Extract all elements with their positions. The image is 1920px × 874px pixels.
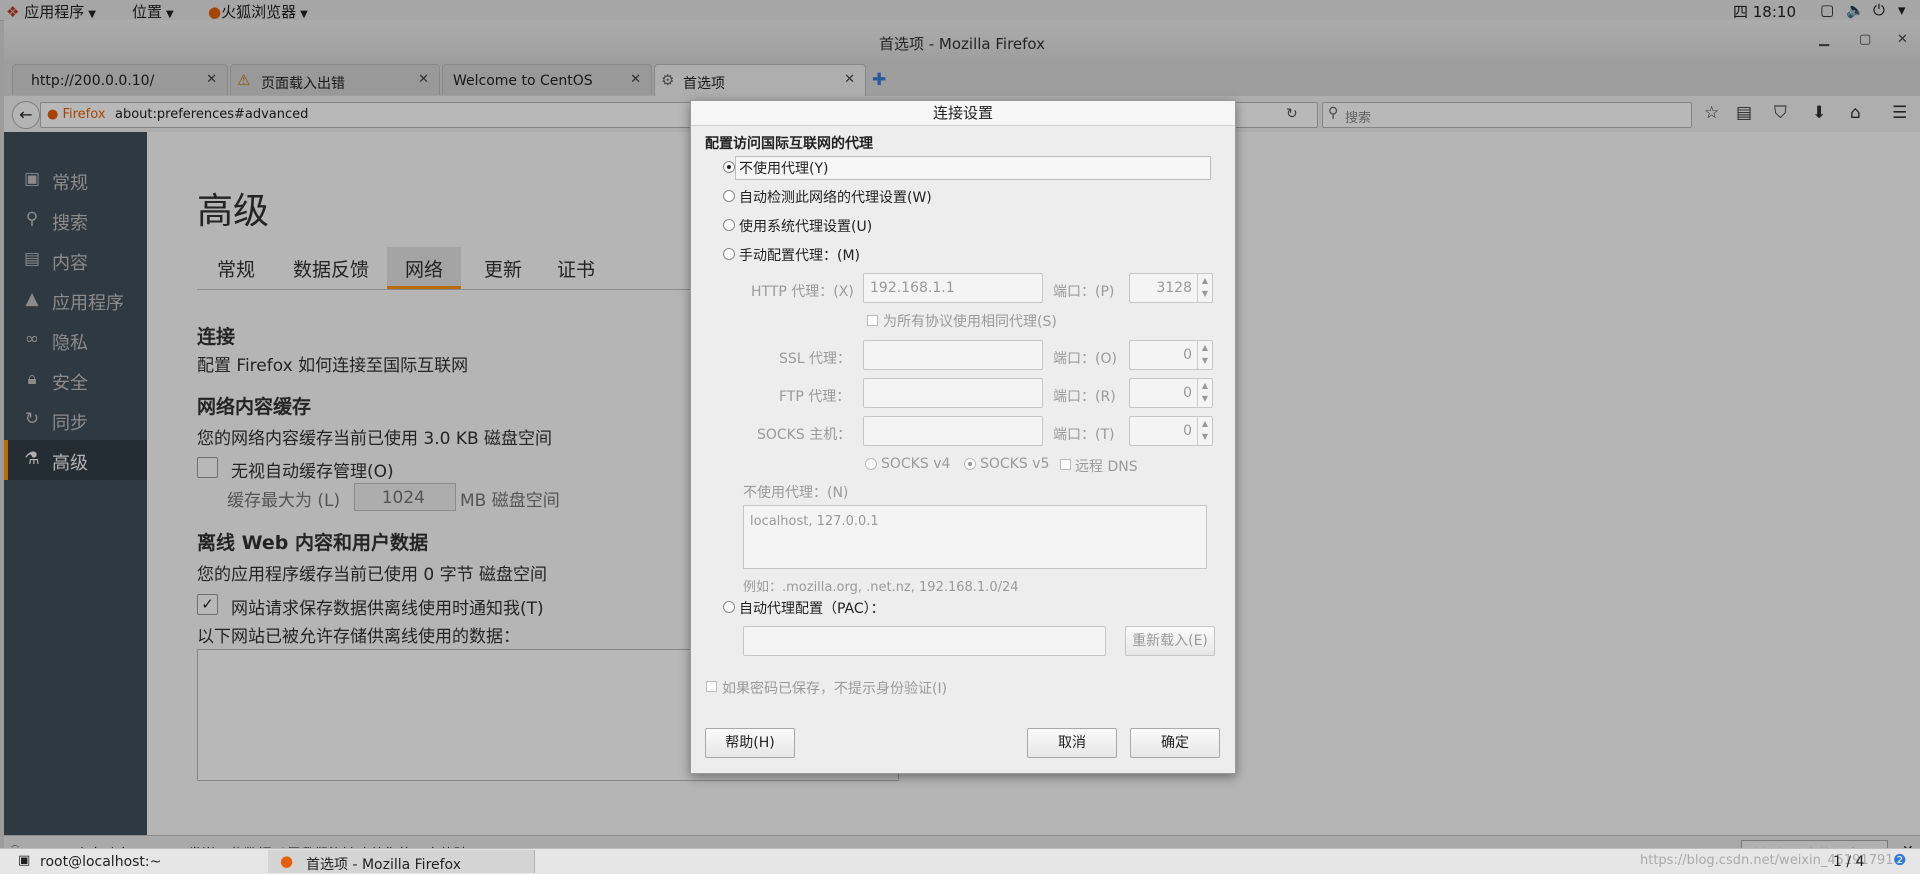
workspace-indicator[interactable]: 1 / 4 xyxy=(1833,854,1864,870)
manual-proxy-label[interactable]: 手动配置代理：(M) xyxy=(739,245,860,265)
ssl-proxy-label: SSL 代理： xyxy=(779,351,852,367)
auto-detect-label[interactable]: 自动检测此网络的代理设置(W) xyxy=(739,187,932,207)
system-proxy-radio[interactable] xyxy=(723,219,735,231)
socks-host-input[interactable] xyxy=(863,416,1043,446)
no-proxy-example: 例如：.mozilla.org, .net.nz, 192.168.1.0/24 xyxy=(743,580,1019,595)
socks-v5-radio[interactable] xyxy=(964,458,976,470)
ssl-proxy-input[interactable] xyxy=(863,340,1043,370)
http-port-input[interactable]: 3128 ▲ ▼ xyxy=(1129,273,1213,303)
socks-port-label: 端口：(T) xyxy=(1053,427,1115,443)
no-auth-prompt-label: 如果密码已保存，不提示身份验证(I) xyxy=(722,681,948,697)
socks-v4-label: SOCKS v4 xyxy=(881,456,951,472)
spinner-icon[interactable]: ▲ ▼ xyxy=(1197,379,1212,407)
notification-badge-icon[interactable]: ❷ xyxy=(1893,851,1906,869)
remote-dns-checkbox[interactable] xyxy=(1060,459,1071,470)
cancel-button[interactable]: 取消 xyxy=(1027,728,1117,758)
socks-v5-label: SOCKS v5 xyxy=(980,456,1050,472)
taskbar-item-firefox[interactable]: ● 首选项 - Mozilla Firefox xyxy=(268,850,535,873)
http-proxy-label: HTTP 代理：(X) xyxy=(751,284,854,300)
proxy-heading: 配置访问国际互联网的代理 xyxy=(705,136,873,152)
no-proxy-radio[interactable] xyxy=(723,161,735,173)
no-proxy-for-textarea[interactable]: localhost, 127.0.0.1 xyxy=(743,505,1207,569)
pac-url-input[interactable] xyxy=(743,626,1106,656)
remote-dns-label: 远程 DNS xyxy=(1075,459,1138,475)
socks-port-input[interactable]: 0 ▲ ▼ xyxy=(1129,416,1213,446)
spinner-icon[interactable]: ▲ ▼ xyxy=(1197,417,1212,445)
no-proxy-for-label: 不使用代理：(N) xyxy=(743,485,849,501)
socks-v4-radio[interactable] xyxy=(865,458,877,470)
spinner-icon[interactable]: ▲ ▼ xyxy=(1197,341,1212,369)
terminal-icon: ▣ xyxy=(18,853,31,868)
auto-detect-radio[interactable] xyxy=(723,190,735,202)
pac-radio[interactable] xyxy=(723,601,735,613)
same-proxy-label: 为所有协议使用相同代理(S) xyxy=(883,314,1057,330)
dialog-title: 连接设置 xyxy=(691,101,1235,126)
ftp-port-label: 端口：(R) xyxy=(1053,389,1116,405)
pac-label[interactable]: 自动代理配置（PAC）： xyxy=(739,598,885,618)
ftp-proxy-input[interactable] xyxy=(863,378,1043,408)
ftp-port-input[interactable]: 0 ▲ ▼ xyxy=(1129,378,1213,408)
firefox-icon: ● xyxy=(280,852,294,870)
manual-proxy-radio[interactable] xyxy=(723,248,735,260)
bottom-taskbar: ▣ root@localhost:~ ● 首选项 - Mozilla Firef… xyxy=(0,848,1920,874)
same-proxy-checkbox[interactable] xyxy=(867,315,878,326)
ok-button[interactable]: 确定 xyxy=(1130,728,1220,758)
help-button[interactable]: 帮助(H) xyxy=(705,728,795,758)
ftp-proxy-label: FTP 代理： xyxy=(779,389,851,405)
http-proxy-input[interactable]: 192.168.1.1 xyxy=(863,273,1043,303)
ssl-port-label: 端口：(O) xyxy=(1053,351,1117,367)
no-proxy-label[interactable]: 不使用代理(Y) xyxy=(739,158,828,178)
no-auth-prompt-checkbox[interactable] xyxy=(706,681,717,692)
reload-pac-button[interactable]: 重新载入(E) xyxy=(1125,626,1215,656)
connection-settings-dialog: 连接设置 配置访问国际互联网的代理 不使用代理(Y) 自动检测此网络的代理设置(… xyxy=(690,100,1236,774)
http-port-label: 端口：(P) xyxy=(1053,284,1115,300)
system-proxy-label[interactable]: 使用系统代理设置(U) xyxy=(739,216,872,236)
taskbar-item-terminal[interactable]: ▣ root@localhost:~ xyxy=(0,850,269,873)
socks-host-label: SOCKS 主机： xyxy=(757,427,852,443)
ssl-port-input[interactable]: 0 ▲ ▼ xyxy=(1129,340,1213,370)
spinner-icon[interactable]: ▲ ▼ xyxy=(1197,274,1212,302)
